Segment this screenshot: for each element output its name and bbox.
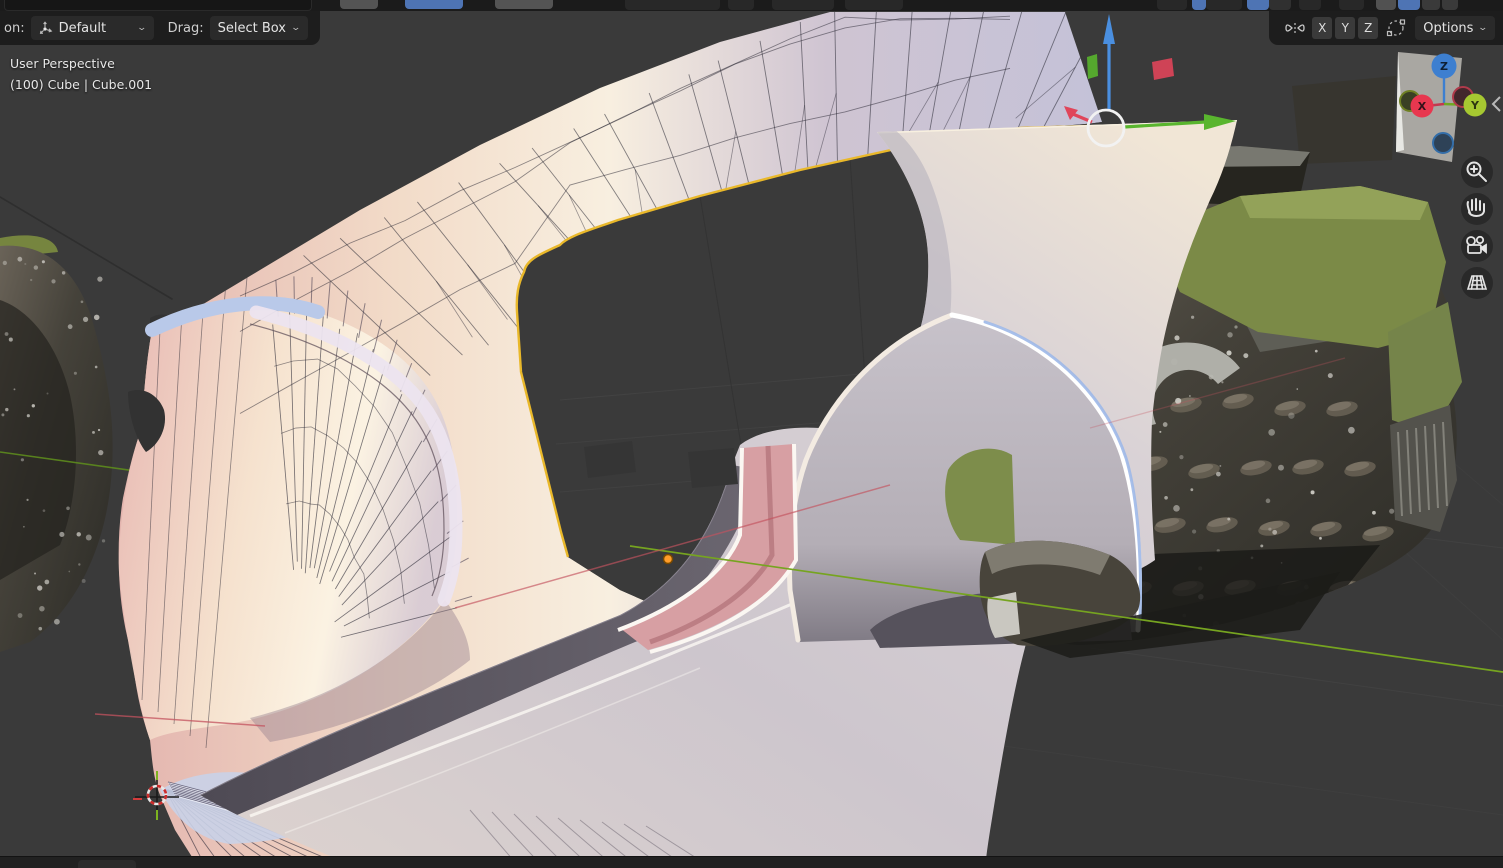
pan-button[interactable] xyxy=(1461,193,1493,225)
mode-button[interactable] xyxy=(340,0,378,9)
chevron-down-icon: ⌄ xyxy=(1477,23,1489,33)
orientation-label: on: xyxy=(4,20,25,36)
options-dropdown[interactable]: Options ⌄ xyxy=(1415,16,1495,40)
chevron-down-icon: ⌄ xyxy=(290,23,302,33)
transform-orientation-icon xyxy=(39,21,52,34)
nav-x-label: X xyxy=(1418,100,1427,113)
mirror-x-toggle[interactable]: X xyxy=(1312,17,1333,39)
mirror-icon xyxy=(1285,23,1305,33)
mode-button-active[interactable] xyxy=(405,0,463,9)
tool-settings-left: on: Default ⌄ Drag: Select Box ⌄ xyxy=(0,11,320,45)
drag-dropdown[interactable]: Select Box ⌄ xyxy=(209,16,308,40)
mirror-z-toggle[interactable]: Z xyxy=(1358,17,1379,39)
active-object-label: (100) Cube | Cube.001 xyxy=(10,77,153,92)
tool-settings-right: X Y Z Options ⌄ xyxy=(1269,11,1503,45)
viewport-3d[interactable]: X Y Z xyxy=(0,0,1503,868)
bottom-editor-strip xyxy=(0,856,1503,868)
drag-label: Drag: xyxy=(167,20,204,36)
orthographic-button[interactable] xyxy=(1461,267,1493,299)
top-toolbar-partial xyxy=(0,0,1503,11)
proportional-editing-icon[interactable] xyxy=(1385,18,1407,38)
drag-value: Select Box xyxy=(217,20,286,36)
camera-view-button[interactable] xyxy=(1461,230,1493,262)
orientation-dropdown[interactable]: Default ⌄ xyxy=(30,16,154,40)
zoom-button[interactable] xyxy=(1461,156,1493,188)
options-label: Options xyxy=(1423,20,1474,36)
view-perspective-label: User Perspective xyxy=(10,56,115,71)
viewport-text-overlay: User Perspective (100) Cube | Cube.001 xyxy=(10,53,152,95)
orientation-value: Default xyxy=(58,20,107,36)
chevron-down-icon: ⌄ xyxy=(136,23,148,33)
nav-y-label: Y xyxy=(1470,99,1480,112)
blender-window: X Y Z on: Default ⌄ Drag: Select Box ⌄ X… xyxy=(0,0,1503,868)
mode-button[interactable] xyxy=(495,0,553,9)
object-origin-dot[interactable] xyxy=(662,553,674,565)
nav-z-label: Z xyxy=(1440,60,1448,73)
nav-axis-neg-z[interactable] xyxy=(1432,132,1454,154)
mirror-y-toggle[interactable]: Y xyxy=(1335,17,1356,39)
